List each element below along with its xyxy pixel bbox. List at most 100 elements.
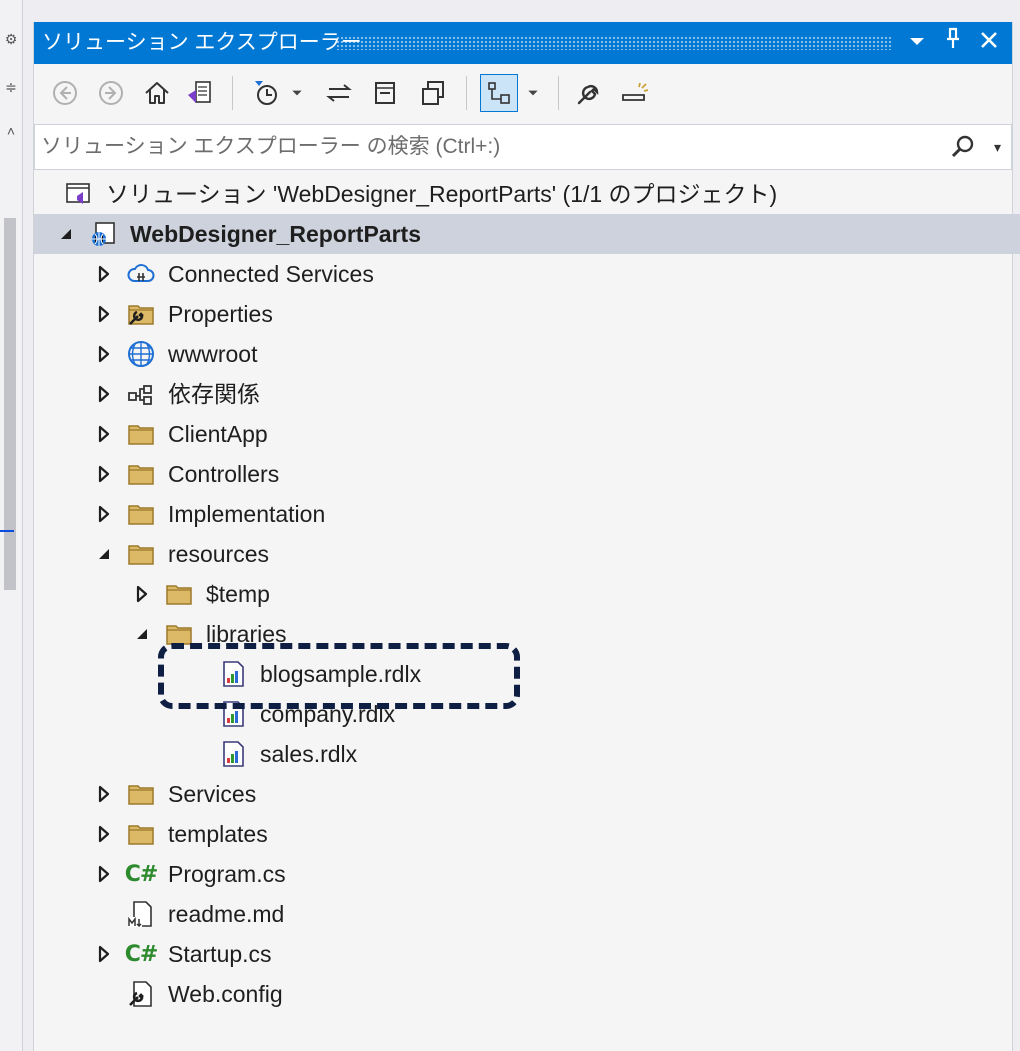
toolbar (34, 64, 1012, 124)
tree-row-temp[interactable]: $temp (34, 574, 1020, 614)
pending-changes-filter-icon[interactable] (246, 74, 284, 112)
tree-row-resources[interactable]: resources (34, 534, 1020, 574)
expanded-arrow-icon[interactable] (92, 542, 116, 566)
preview-icon[interactable] (616, 74, 654, 112)
titlebar-grip (336, 36, 892, 50)
search-box: ▾ (34, 124, 1012, 170)
item-label: Startup.cs (168, 941, 272, 967)
collapse-all-icon[interactable] (366, 74, 404, 112)
panel-titlebar[interactable]: ソリューション エクスプローラー (34, 22, 1012, 64)
item-label: ClientApp (168, 421, 268, 447)
collapsed-arrow-icon[interactable] (92, 942, 116, 966)
tree-row-controllers[interactable]: Controllers (34, 454, 1020, 494)
config-file-icon (124, 979, 158, 1009)
search-icon[interactable] (949, 133, 977, 161)
left-scrollbar[interactable] (4, 218, 16, 590)
expanded-arrow-icon[interactable] (54, 222, 78, 246)
left-marker (0, 530, 14, 532)
properties-wrench-icon[interactable] (570, 74, 608, 112)
gear-icon[interactable]: ⚙ (2, 30, 20, 48)
dropdown-icon[interactable] (900, 22, 934, 64)
collapsed-arrow-icon[interactable] (92, 262, 116, 286)
dropdown-icon[interactable] (288, 74, 306, 112)
folder-icon (124, 779, 158, 809)
item-label: Program.cs (168, 861, 286, 887)
collapsed-arrow-icon[interactable] (92, 462, 116, 486)
solution-explorer-panel: ソリューション エクスプローラー ソリューション エクスプローラー の検索 (C… (33, 22, 1020, 1051)
solution-label: ソリューション 'WebDesigner_ReportParts' (1/1 の… (106, 181, 778, 207)
tree-row-solution[interactable]: ソリューション 'WebDesigner_ReportParts' (1/1 の… (34, 174, 1020, 214)
tree-row-clientapp[interactable]: ClientApp (34, 414, 1020, 454)
pin-icon[interactable] (936, 22, 970, 64)
home-icon[interactable] (138, 74, 176, 112)
tree-row-project[interactable]: WebDesigner_ReportParts (34, 214, 1020, 254)
dependencies-icon (124, 379, 158, 409)
report-file-icon (216, 739, 250, 769)
item-label: Connected Services (168, 261, 374, 287)
switch-views-icon[interactable] (180, 74, 218, 112)
item-label: Services (168, 781, 257, 807)
folder-icon (124, 459, 158, 489)
collapsed-arrow-icon[interactable] (92, 382, 116, 406)
item-label: resources (168, 541, 269, 567)
expanded-arrow-icon[interactable] (130, 622, 154, 646)
item-label: Implementation (168, 501, 326, 527)
tree-row-startup-cs[interactable]: C# Startup.cs (34, 934, 1020, 974)
folder-icon (162, 579, 196, 609)
tree-row-sales[interactable]: sales.rdlx (34, 734, 1020, 774)
web-project-icon (86, 219, 120, 249)
collapsed-arrow-icon[interactable] (92, 502, 116, 526)
copy-icon[interactable] (414, 74, 452, 112)
folder-icon (124, 819, 158, 849)
folder-icon (124, 419, 158, 449)
tree-row-dependencies[interactable]: 依存関係 (34, 374, 1020, 414)
tree-row-wwwroot[interactable]: wwwroot (34, 334, 1020, 374)
collapsed-arrow-icon[interactable] (92, 302, 116, 326)
item-label: wwwroot (168, 341, 258, 367)
panel-title: ソリューション エクスプローラー (42, 31, 362, 54)
folder-icon (124, 499, 158, 529)
folder-icon (124, 539, 158, 569)
left-dock-strip: ⚙ ≑ ˄ (0, 0, 23, 1051)
item-label: templates (168, 821, 268, 847)
markdown-file-icon (124, 899, 158, 929)
tree-row-connected-services[interactable]: Connected Services (34, 254, 1020, 294)
tree-row-implementation[interactable]: Implementation (34, 494, 1020, 534)
connected-services-icon (124, 259, 158, 289)
tree-row-properties[interactable]: Properties (34, 294, 1020, 334)
collapsed-arrow-icon[interactable] (92, 342, 116, 366)
highlight-callout (158, 643, 520, 709)
item-label: readme.md (168, 901, 285, 927)
collapsed-arrow-icon[interactable] (92, 782, 116, 806)
csharp-file-icon: C# (124, 861, 159, 887)
close-icon[interactable] (972, 22, 1006, 64)
tree-row-services[interactable]: Services (34, 774, 1020, 814)
filter-icon[interactable]: ≑ (2, 78, 20, 96)
search-input[interactable] (41, 125, 921, 169)
solution-icon (62, 179, 96, 209)
collapsed-arrow-icon[interactable] (92, 422, 116, 446)
item-label: sales.rdlx (260, 741, 358, 767)
search-options-dropdown-icon[interactable]: ▾ (994, 135, 1001, 159)
tree-row-readme[interactable]: readme.md (34, 894, 1020, 934)
show-all-files-icon[interactable] (480, 74, 518, 112)
csharp-file-icon: C# (124, 941, 159, 967)
chevron-up-icon[interactable]: ˄ (2, 122, 20, 140)
globe-icon (124, 339, 158, 369)
sync-icon[interactable] (320, 74, 358, 112)
item-label: 依存関係 (168, 381, 260, 407)
tree-row-templates[interactable]: templates (34, 814, 1020, 854)
back-icon[interactable] (46, 74, 84, 112)
tree-row-program-cs[interactable]: C# Program.cs (34, 854, 1020, 894)
properties-folder-icon (124, 299, 158, 329)
item-label: Web.config (168, 981, 283, 1007)
collapsed-arrow-icon[interactable] (130, 582, 154, 606)
forward-icon[interactable] (92, 74, 130, 112)
item-label: $temp (206, 581, 270, 607)
collapsed-arrow-icon[interactable] (92, 862, 116, 886)
item-label: Properties (168, 301, 273, 327)
tree-row-web-config[interactable]: Web.config (34, 974, 1020, 1014)
collapsed-arrow-icon[interactable] (92, 822, 116, 846)
item-label: Controllers (168, 461, 280, 487)
dropdown-icon[interactable] (524, 74, 542, 112)
